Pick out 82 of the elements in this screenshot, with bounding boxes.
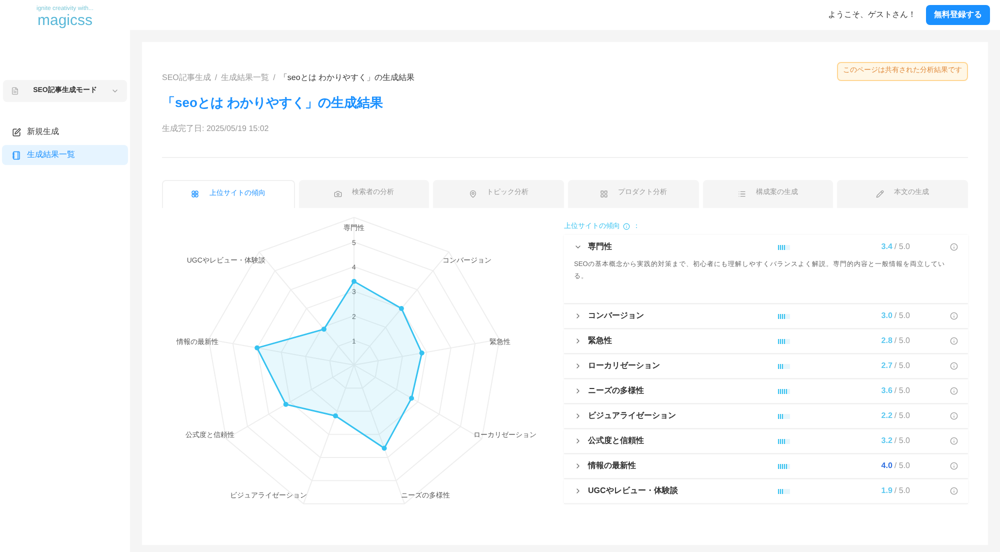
pin-icon xyxy=(468,190,477,198)
data-point xyxy=(333,412,338,418)
score-name: 緊急性 xyxy=(588,335,613,347)
info-icon xyxy=(950,243,958,251)
data-point xyxy=(254,344,260,350)
info-icon xyxy=(950,462,958,470)
score-name: ローカリゼーション xyxy=(588,360,661,372)
chevron-right-icon xyxy=(574,412,582,420)
data-point xyxy=(382,445,387,450)
notebook-icon xyxy=(12,150,21,160)
score-row[interactable]: 公式度と信頼性 3.2 / 5.0 xyxy=(564,429,968,453)
data-point xyxy=(409,395,414,400)
score-max: / 5.0 xyxy=(894,410,910,422)
score-max: / 5.0 xyxy=(894,385,910,397)
score-value: 2.2 xyxy=(881,410,892,422)
chevron-right-icon xyxy=(574,487,582,495)
score-name: UGCやレビュー・体験談 xyxy=(588,485,679,497)
score-row[interactable]: 専門性 3.4 / 5.0 xyxy=(564,235,968,259)
score-value: 2.8 xyxy=(881,335,892,347)
score-name: 公式度と信頼性 xyxy=(588,435,645,447)
logo: magicss xyxy=(37,12,92,30)
score-max: / 5.0 xyxy=(894,485,910,497)
score-max: / 5.0 xyxy=(894,460,910,472)
sidebar-item[interactable]: 新規生成 xyxy=(2,122,128,142)
info-icon xyxy=(950,337,958,345)
breadcrumb-item: 「seoとは わかりやすく」の生成結果 xyxy=(279,72,414,84)
info-icon xyxy=(950,312,958,320)
score-value: 3.2 xyxy=(881,435,892,447)
data-point xyxy=(283,401,288,406)
score-row[interactable]: UGCやレビュー・体験談 1.9 / 5.0 xyxy=(564,479,968,503)
score-row[interactable]: ニーズの多様性 3.6 / 5.0 xyxy=(564,379,968,403)
info-icon xyxy=(950,412,958,420)
chevron-right-icon xyxy=(574,312,582,320)
edit-icon xyxy=(12,128,21,136)
chevron-right-icon xyxy=(574,437,582,445)
score-name: 情報の最新性 xyxy=(588,460,637,472)
chevron-right-icon xyxy=(574,362,582,370)
score-row[interactable]: ローカリゼーション 2.7 / 5.0 xyxy=(564,354,968,378)
chevron-right-icon xyxy=(574,462,582,470)
score-row[interactable]: 情報の最新性 4.0 / 5.0 xyxy=(564,454,968,478)
pencil-icon xyxy=(876,190,884,198)
camera-icon xyxy=(334,190,342,198)
flower-icon xyxy=(191,190,200,198)
data-point xyxy=(352,278,356,284)
score-value: 4.0 xyxy=(881,460,892,472)
score-value: 3.4 xyxy=(881,241,892,253)
score-row[interactable]: コンバージョン 3.0 / 5.0 xyxy=(564,304,968,328)
data-point xyxy=(398,305,404,310)
grid-icon xyxy=(600,190,608,198)
score-name: 専門性 xyxy=(588,241,613,253)
greeting: ようこそ、ゲストさん！ xyxy=(828,9,916,21)
data-point xyxy=(419,350,424,356)
breadcrumb-separator: / xyxy=(273,72,276,84)
score-max: / 5.0 xyxy=(894,335,910,347)
score-name: ビジュアライゼーション xyxy=(588,410,677,422)
breadcrumb-separator: / xyxy=(214,72,218,84)
completion-date: 生成完了日: 2025/05/19 15:02 xyxy=(162,122,270,134)
info-icon xyxy=(950,362,958,370)
score-max: / 5.0 xyxy=(894,435,910,447)
score-max: / 5.0 xyxy=(894,360,910,372)
document-icon xyxy=(11,87,19,95)
score-row[interactable]: 緊急性 2.8 / 5.0 xyxy=(564,329,968,353)
score-max: / 5.0 xyxy=(894,241,910,253)
chevron-right-icon xyxy=(574,337,582,345)
score-name: コンバージョン xyxy=(588,310,645,322)
score-value: 1.9 xyxy=(881,485,892,497)
score-row[interactable]: ビジュアライゼーション 2.2 / 5.0 xyxy=(564,404,968,428)
caret-icon xyxy=(111,87,119,95)
score-value: 3.0 xyxy=(881,310,892,322)
score-name: ニーズの多様性 xyxy=(588,385,645,397)
data-point xyxy=(321,326,326,332)
info-icon xyxy=(950,437,958,445)
list-icon xyxy=(738,190,746,198)
chevron-right-icon xyxy=(574,387,582,395)
score-max: / 5.0 xyxy=(894,310,910,322)
info-icon xyxy=(950,487,958,495)
page-title: 「seoとは わかりやすく」の生成結果 xyxy=(162,94,384,112)
score-value: 2.7 xyxy=(881,360,892,372)
chevron-down-icon xyxy=(574,243,582,251)
info-icon xyxy=(950,387,958,395)
score-value: 3.6 xyxy=(881,385,892,397)
info-icon xyxy=(623,223,630,230)
